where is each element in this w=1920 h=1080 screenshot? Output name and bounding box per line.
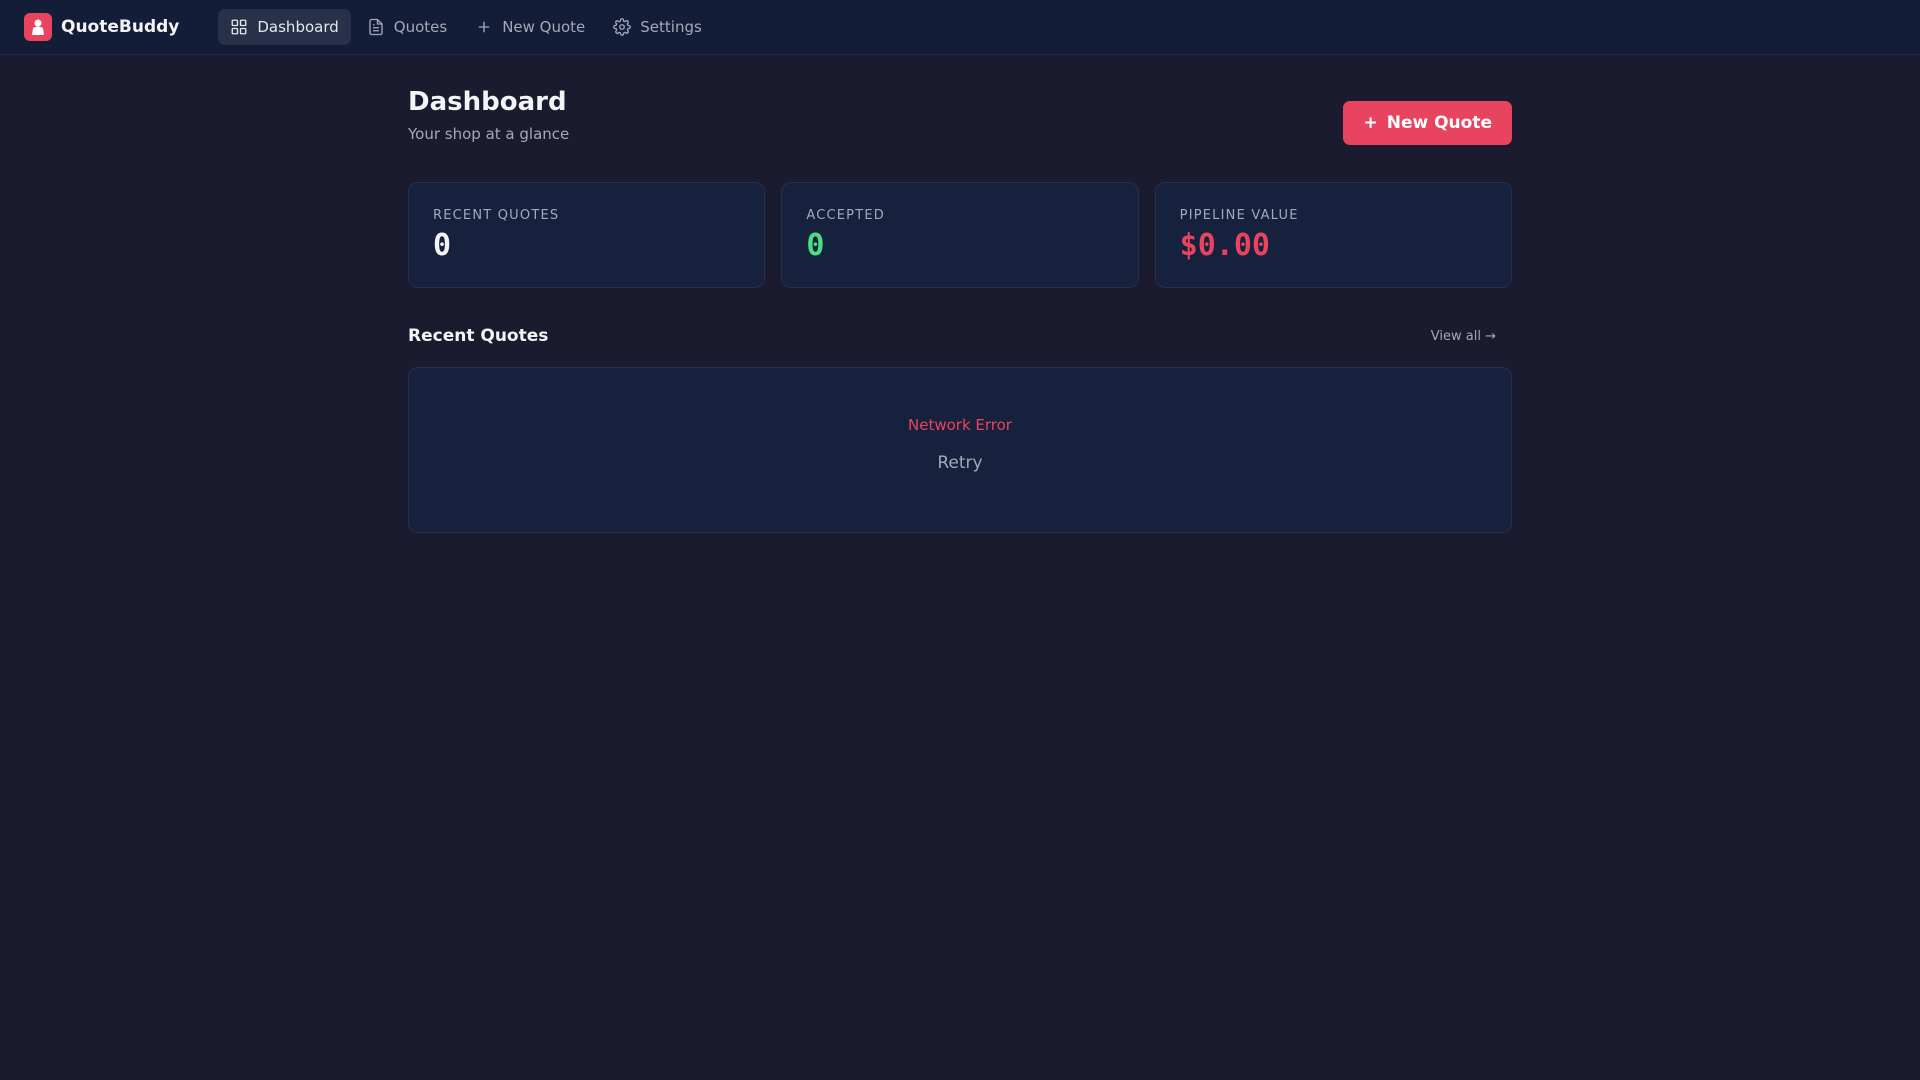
stat-card-recent-quotes: RECENT QUOTES 0 [408, 182, 766, 288]
stat-label: RECENT QUOTES [433, 208, 560, 223]
stat-value: $0.00 [1179, 228, 1270, 263]
new-quote-label: New Quote [1386, 113, 1492, 133]
new-quote-button[interactable]: + New Quote [1343, 101, 1512, 145]
view-all-link[interactable]: View all → [1431, 329, 1496, 344]
app-name: QuoteBuddy [61, 17, 180, 37]
nav-settings[interactable]: Settings [601, 9, 714, 45]
nav-new-quote[interactable]: New Quote [463, 9, 597, 45]
stat-card-accepted: ACCEPTED 0 [781, 182, 1139, 288]
grid-icon [231, 19, 247, 35]
document-icon [369, 18, 383, 36]
plus-icon: + [1363, 113, 1378, 133]
nav-label: Quotes [393, 18, 448, 36]
stat-card-pipeline-value: PIPELINE VALUE $0.00 [1154, 182, 1512, 288]
section-title: Recent Quotes [408, 326, 549, 346]
recent-quotes-panel: Network Error Retry [408, 367, 1512, 533]
plus-icon [478, 21, 490, 33]
page-subtitle: Your shop at a glance [408, 125, 570, 143]
nav-dashboard[interactable]: Dashboard [218, 9, 351, 45]
logo-icon [24, 13, 52, 41]
page-title: Dashboard [408, 87, 567, 117]
stat-label: ACCEPTED [806, 208, 885, 223]
stat-label: PIPELINE VALUE [1179, 208, 1299, 223]
stat-value: 0 [806, 228, 825, 263]
main-content: Dashboard Your shop at a glance + New Qu… [408, 55, 1512, 533]
nav-label: Dashboard [257, 18, 339, 36]
stat-value: 0 [433, 228, 452, 263]
app-logo[interactable]: QuoteBuddy [24, 13, 179, 41]
retry-button[interactable]: Retry [937, 453, 982, 473]
nav-label: Settings [640, 18, 702, 36]
gear-icon [613, 18, 632, 36]
nav-quotes[interactable]: Quotes [355, 9, 459, 45]
top-nav: QuoteBuddy Dashboard Quotes New Quote Se… [0, 0, 1920, 55]
nav-label: New Quote [502, 18, 586, 36]
error-message: Network Error [908, 416, 1012, 434]
